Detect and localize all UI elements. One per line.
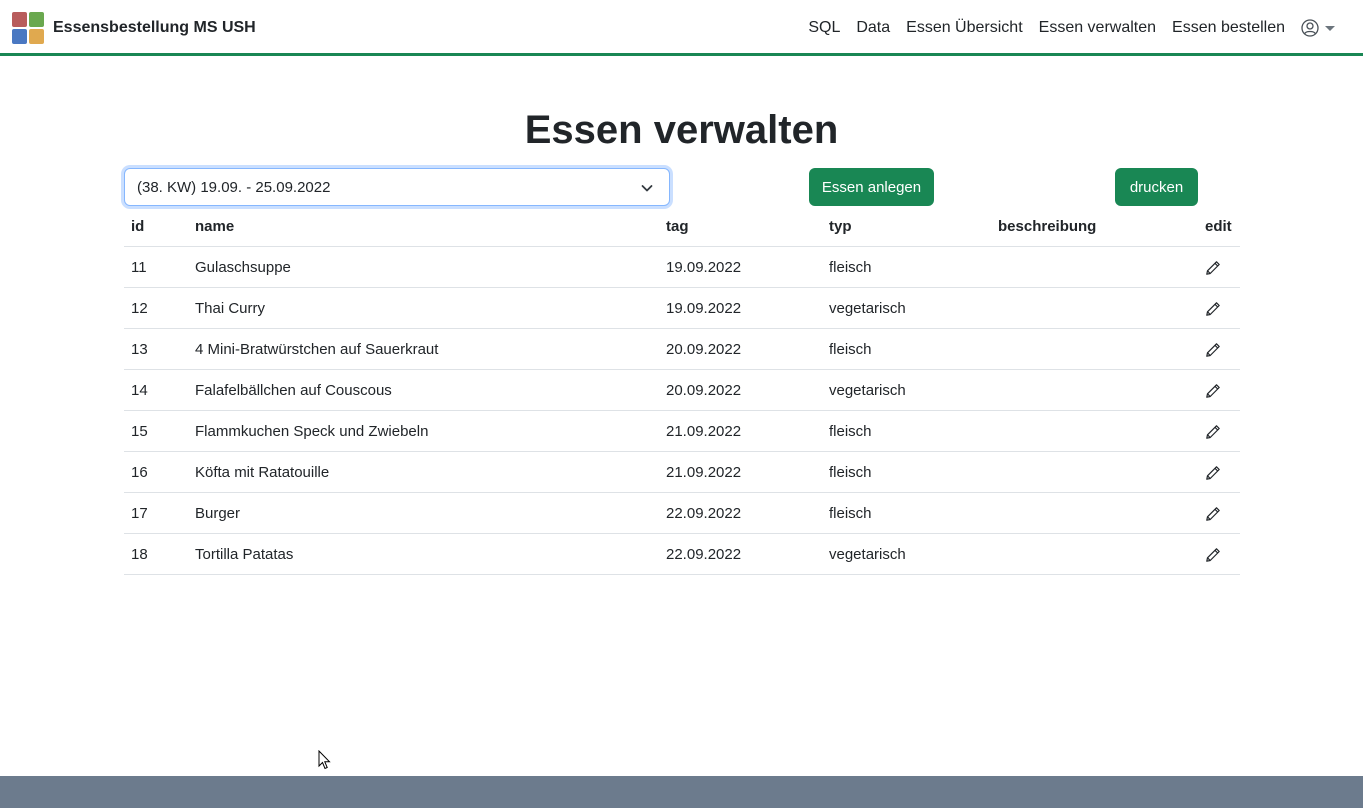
user-circle-icon	[1301, 19, 1319, 37]
cell-typ: vegetarisch	[822, 287, 991, 329]
cell-edit	[1198, 533, 1240, 575]
week-select[interactable]: (38. KW) 19.09. - 25.09.2022	[124, 168, 670, 206]
cell-tag: 21.09.2022	[659, 451, 822, 493]
cell-typ: fleisch	[822, 410, 991, 452]
cell-tag: 19.09.2022	[659, 246, 822, 288]
cell-tag: 19.09.2022	[659, 287, 822, 329]
pencil-icon[interactable]	[1205, 260, 1221, 276]
cell-id: 14	[124, 369, 188, 411]
brand-title: Essensbestellung MS USH	[53, 19, 256, 36]
table-row: 15 Flammkuchen Speck und Zwiebeln 21.09.20…	[124, 410, 1240, 452]
cell-id: 17	[124, 492, 188, 534]
pencil-icon[interactable]	[1205, 506, 1221, 522]
table-row: 12 Thai Curry 19.09.2022 vegetarisch	[124, 287, 1240, 329]
cell-name: Thai Curry	[188, 287, 659, 329]
table-row: 11 Gulaschsuppe 19.09.2022 fleisch	[124, 246, 1240, 288]
pencil-icon[interactable]	[1205, 424, 1221, 440]
brand[interactable]: Essensbestellung MS USH	[12, 12, 256, 44]
cell-beschreibung	[991, 246, 1198, 288]
header-typ: typ	[822, 206, 991, 247]
pencil-icon[interactable]	[1205, 465, 1221, 481]
cell-name: Burger	[188, 492, 659, 534]
cell-id: 15	[124, 410, 188, 452]
cell-tag: 21.09.2022	[659, 410, 822, 452]
cell-edit	[1198, 246, 1240, 288]
add-meal-button[interactable]: Essen anlegen	[809, 168, 934, 206]
cell-edit	[1198, 492, 1240, 534]
cell-id: 13	[124, 328, 188, 370]
cell-name: Flammkuchen Speck und Zwiebeln	[188, 410, 659, 452]
cell-beschreibung	[991, 492, 1198, 534]
pencil-icon[interactable]	[1205, 547, 1221, 563]
nav-links: SQL Data Essen Übersicht Essen verwalten…	[792, 0, 1335, 56]
week-select-value: (38. KW) 19.09. - 25.09.2022	[137, 178, 331, 196]
caret-down-icon	[1325, 25, 1335, 31]
nav-link-data[interactable]: Data	[856, 19, 890, 37]
header-name: name	[188, 206, 659, 247]
header-tag: tag	[659, 206, 822, 247]
cell-tag: 22.09.2022	[659, 492, 822, 534]
table-row: 13 4 Mini-Bratwürstchen auf Sauerkraut 20.…	[124, 328, 1240, 370]
user-menu-toggle[interactable]	[1301, 19, 1335, 37]
cell-id: 18	[124, 533, 188, 575]
cell-tag: 22.09.2022	[659, 533, 822, 575]
table-header-row: id name tag typ beschreibung edit	[124, 206, 1240, 247]
nav-link-essen-uebersicht[interactable]: Essen Übersicht	[906, 19, 1023, 37]
header-edit: edit	[1198, 206, 1240, 247]
cell-beschreibung	[991, 287, 1198, 329]
header-id: id	[124, 206, 188, 247]
nav-link-essen-verwalten[interactable]: Essen verwalten	[1039, 19, 1156, 37]
cell-beschreibung	[991, 533, 1198, 575]
meals-table: id name tag typ beschreibung edit 11 Gula…	[124, 206, 1240, 575]
cell-beschreibung	[991, 451, 1198, 493]
pencil-icon[interactable]	[1205, 383, 1221, 399]
chevron-down-icon	[641, 185, 653, 192]
print-button[interactable]: drucken	[1115, 168, 1198, 206]
cell-name: Gulaschsuppe	[188, 246, 659, 288]
cell-tag: 20.09.2022	[659, 328, 822, 370]
cell-typ: vegetarisch	[822, 369, 991, 411]
mouse-cursor-icon	[318, 750, 331, 770]
table-row: 16 Köfta mit Ratatouille 21.09.2022 fleisch	[124, 451, 1240, 493]
footer	[0, 776, 1363, 808]
cell-tag: 20.09.2022	[659, 369, 822, 411]
cell-id: 12	[124, 287, 188, 329]
nav-link-essen-bestellen[interactable]: Essen bestellen	[1172, 19, 1285, 37]
cell-beschreibung	[991, 369, 1198, 411]
page-title: Essen verwalten	[524, 108, 839, 152]
app-logo	[12, 12, 44, 44]
cell-typ: fleisch	[822, 246, 991, 288]
top-navbar: Essensbestellung MS USH SQL Data Essen Ü…	[0, 0, 1363, 56]
cell-typ: fleisch	[822, 328, 991, 370]
cell-typ: fleisch	[822, 451, 991, 493]
cell-edit	[1198, 328, 1240, 370]
pencil-icon[interactable]	[1205, 301, 1221, 317]
cell-id: 16	[124, 451, 188, 493]
cell-typ: vegetarisch	[822, 533, 991, 575]
cell-name: Tortilla Patatas	[188, 533, 659, 575]
cell-edit	[1198, 410, 1240, 452]
header-beschreibung: beschreibung	[991, 206, 1198, 247]
cell-typ: fleisch	[822, 492, 991, 534]
cell-name: Falafelbällchen auf Couscous	[188, 369, 659, 411]
cell-beschreibung	[991, 328, 1198, 370]
cell-beschreibung	[991, 410, 1198, 452]
cell-name: 4 Mini-Bratwürstchen auf Sauerkraut	[188, 328, 659, 370]
nav-link-sql[interactable]: SQL	[808, 19, 840, 37]
cell-name: Köfta mit Ratatouille	[188, 451, 659, 493]
cell-edit	[1198, 369, 1240, 411]
cell-edit	[1198, 287, 1240, 329]
table-body: 11 Gulaschsuppe 19.09.2022 fleisch 12 Thai Cu…	[124, 246, 1240, 575]
table-row: 14 Falafelbällchen auf Couscous 20.09.2022…	[124, 369, 1240, 411]
table-row: 18 Tortilla Patatas 22.09.2022 vegetarisch	[124, 533, 1240, 575]
cell-edit	[1198, 451, 1240, 493]
cell-id: 11	[124, 246, 188, 288]
pencil-icon[interactable]	[1205, 342, 1221, 358]
table-row: 17 Burger 22.09.2022 fleisch	[124, 492, 1240, 534]
